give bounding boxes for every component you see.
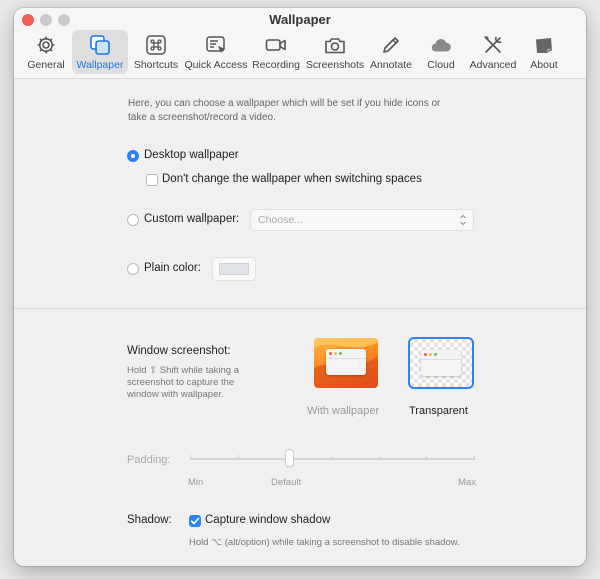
slider-tick xyxy=(190,455,191,460)
slider-tick xyxy=(474,455,475,460)
wallpaper-icon xyxy=(90,35,110,55)
window-screenshot-hint: Hold ⇧ Shift while taking a screenshot t… xyxy=(127,365,239,400)
tab-screenshots[interactable]: Screenshots xyxy=(304,30,366,74)
tab-label: Recording xyxy=(252,59,300,71)
tab-about[interactable]: About xyxy=(520,30,568,74)
tab-label: Advanced xyxy=(469,59,517,71)
desktop-wallpaper-radio[interactable] xyxy=(127,150,139,162)
tab-advanced[interactable]: Advanced xyxy=(466,30,520,74)
custom-wallpaper-radio[interactable] xyxy=(127,214,139,226)
tab-label: Annotate xyxy=(369,59,413,71)
custom-wallpaper-select[interactable]: Choose... xyxy=(250,209,474,231)
tab-label: Screenshots xyxy=(305,59,365,71)
gear-icon xyxy=(37,36,55,54)
plain-color-well[interactable] xyxy=(212,257,256,281)
tab-shortcuts[interactable]: Shortcuts xyxy=(128,30,184,74)
padding-min-label: Min xyxy=(188,477,204,488)
tab-cloud[interactable]: Cloud xyxy=(416,30,466,74)
padding-default-label: Default xyxy=(271,477,302,488)
preferences-window: Wallpaper General Wallpaper Shortcuts Qu… xyxy=(14,8,586,566)
tab-annotate[interactable]: Annotate xyxy=(366,30,416,74)
wallpaper-intro: Here, you can choose a wallpaper which w… xyxy=(128,98,441,123)
titlebar: Wallpaper General Wallpaper Shortcuts Qu… xyxy=(14,8,586,79)
tab-label: Quick Access xyxy=(184,59,248,71)
custom-wallpaper-placeholder: Choose... xyxy=(258,214,303,226)
tab-label: General xyxy=(27,59,65,71)
desktop-wallpaper-label: Desktop wallpaper xyxy=(144,149,239,161)
shadow-hint: Hold ⌥ (alt/option) while taking a scree… xyxy=(189,537,460,548)
window-screenshot-title: Window screenshot: xyxy=(127,345,231,357)
dont-change-wallpaper-label: Don't change the wallpaper when switchin… xyxy=(162,173,422,185)
custom-wallpaper-label: Custom wallpaper: xyxy=(144,213,240,225)
checkmark-icon xyxy=(190,517,200,525)
tools-icon xyxy=(484,36,502,53)
window-screenshot-section: Window screenshot: Hold ⇧ Shift while ta… xyxy=(14,309,586,566)
capture-shadow-label: Capture window shadow xyxy=(205,514,331,526)
tab-quick-access[interactable]: Quick Access xyxy=(184,30,248,74)
command-key-icon xyxy=(146,35,166,55)
tab-label: Shortcuts xyxy=(133,59,179,71)
padding-max-label: Max xyxy=(458,477,476,488)
padding-label: Padding: xyxy=(127,454,171,466)
slider-tick xyxy=(379,455,380,460)
quick-access-icon xyxy=(206,36,225,53)
video-camera-icon xyxy=(265,39,286,51)
chevron-up-down-icon xyxy=(460,214,466,226)
slider-tick xyxy=(238,455,239,460)
with-wallpaper-caption: With wallpaper xyxy=(307,405,380,417)
padding-slider-knob[interactable] xyxy=(285,449,295,467)
dont-change-wallpaper-checkbox[interactable] xyxy=(146,174,158,186)
with-wallpaper-option[interactable] xyxy=(314,338,378,388)
camera-icon xyxy=(325,38,345,54)
shadow-label: Shadow: xyxy=(127,514,172,526)
toolbar-tabs: General Wallpaper Shortcuts Quick Access… xyxy=(20,30,568,76)
window-title: Wallpaper xyxy=(269,12,331,27)
plain-color-swatch xyxy=(219,263,249,275)
tab-label: Wallpaper xyxy=(76,59,124,71)
window-thumbnail xyxy=(326,349,366,375)
slider-tick xyxy=(426,455,427,460)
pencil-icon xyxy=(383,37,399,53)
slider-tick xyxy=(332,455,333,460)
tab-wallpaper[interactable]: Wallpaper xyxy=(72,30,128,74)
transparent-caption: Transparent xyxy=(409,405,468,417)
cloud-icon xyxy=(431,39,451,52)
tab-general[interactable]: General xyxy=(20,30,72,74)
transparent-option[interactable] xyxy=(408,337,474,389)
tab-recording[interactable]: Recording xyxy=(248,30,304,74)
about-icon xyxy=(536,38,552,53)
tab-label: About xyxy=(530,59,558,71)
window-thumbnail xyxy=(421,350,461,376)
capture-shadow-checkbox[interactable] xyxy=(189,515,201,527)
wallpaper-section: Here, you can choose a wallpaper which w… xyxy=(14,79,586,309)
tab-label: Cloud xyxy=(427,59,455,71)
plain-color-label: Plain color: xyxy=(144,262,201,274)
plain-color-radio[interactable] xyxy=(127,263,139,275)
